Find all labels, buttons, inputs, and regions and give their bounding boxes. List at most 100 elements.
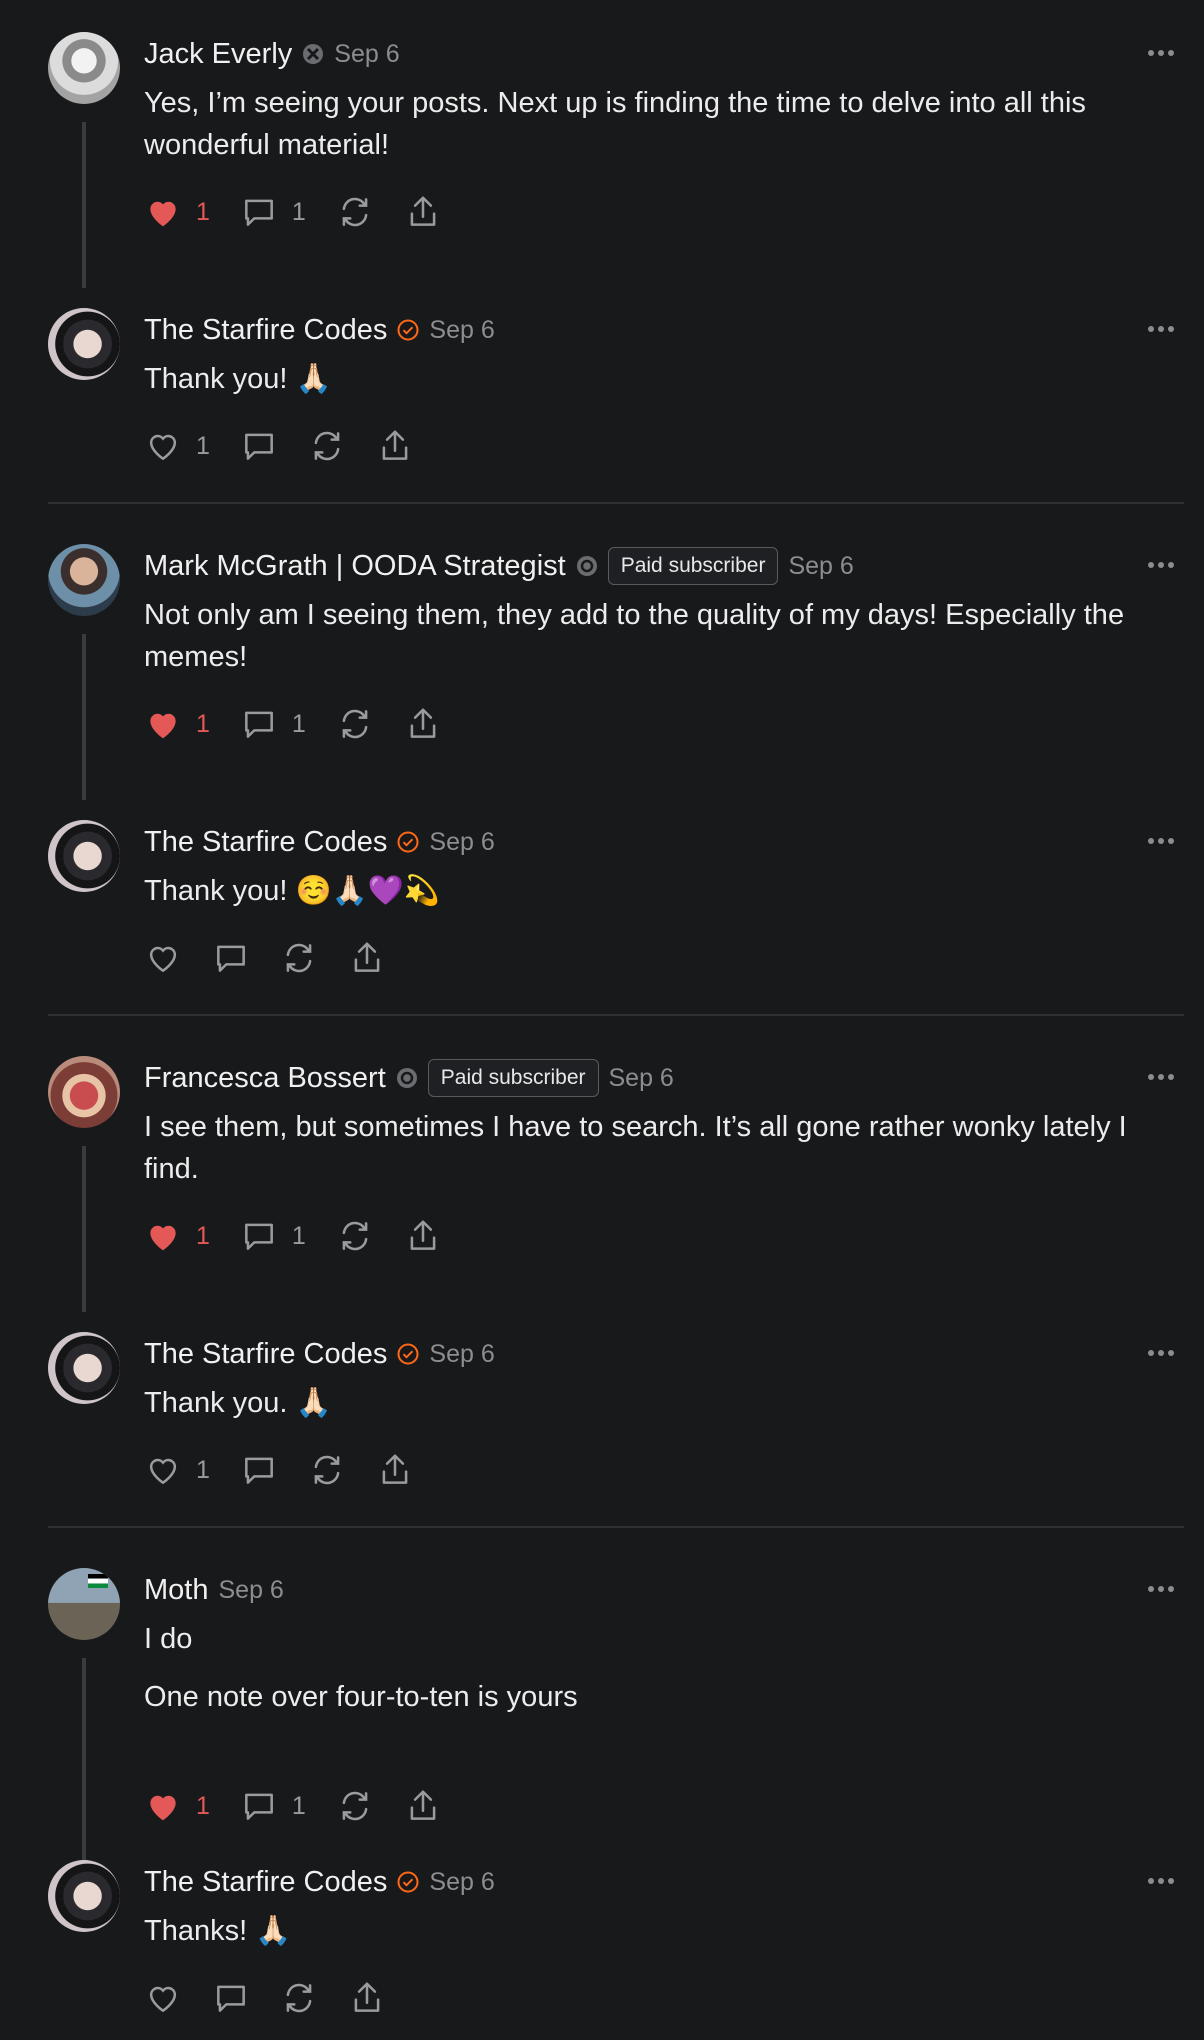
restack-button[interactable] bbox=[336, 193, 374, 231]
more-options-icon[interactable] bbox=[1146, 314, 1176, 344]
comment-text: Yes, I’m seeing your posts. Next up is f… bbox=[144, 87, 1086, 161]
avatar[interactable] bbox=[48, 1860, 120, 1932]
restack-button[interactable] bbox=[308, 427, 346, 465]
restack-button[interactable] bbox=[280, 939, 318, 977]
like-count: 1 bbox=[196, 431, 210, 460]
like-count: 1 bbox=[196, 709, 210, 738]
avatar[interactable] bbox=[48, 1332, 120, 1404]
verified-check-icon bbox=[397, 831, 419, 853]
comment-header: Mark McGrath | OODA Strategist Paid subs… bbox=[144, 546, 854, 586]
share-button[interactable] bbox=[348, 939, 386, 977]
comment-body: Thank you! ☺️🙏🏻💜💫 bbox=[144, 870, 1184, 912]
share-button[interactable] bbox=[404, 1787, 442, 1825]
more-options-icon[interactable] bbox=[1146, 826, 1176, 856]
like-button[interactable]: 1 bbox=[144, 427, 210, 465]
more-options-icon[interactable] bbox=[1146, 38, 1176, 68]
reply-button[interactable]: 1 bbox=[240, 193, 306, 231]
comment-date[interactable]: Sep 6 bbox=[429, 1868, 494, 1897]
like-button[interactable]: 1 bbox=[144, 1451, 210, 1489]
share-icon bbox=[410, 1220, 436, 1250]
share-button[interactable] bbox=[404, 705, 442, 743]
reply-button[interactable]: 1 bbox=[240, 1787, 306, 1825]
heart-icon bbox=[149, 1458, 177, 1485]
like-button[interactable] bbox=[144, 1979, 182, 2017]
restack-icon bbox=[342, 1791, 368, 1821]
author-name[interactable]: The Starfire Codes bbox=[144, 826, 387, 859]
comment-date[interactable]: Sep 6 bbox=[218, 1576, 283, 1605]
action-bar: 1 1 bbox=[144, 1216, 472, 1256]
restack-icon bbox=[286, 1983, 312, 2013]
author-name[interactable]: Jack Everly bbox=[144, 38, 292, 71]
comment-bubble-icon bbox=[244, 711, 273, 738]
like-button[interactable]: 1 bbox=[144, 705, 210, 743]
share-button[interactable] bbox=[348, 1979, 386, 2017]
avatar[interactable] bbox=[48, 32, 120, 104]
share-button[interactable] bbox=[404, 193, 442, 231]
author-name[interactable]: Mark McGrath | OODA Strategist bbox=[144, 550, 566, 583]
comment-date[interactable]: Sep 6 bbox=[429, 316, 494, 345]
reply-button[interactable] bbox=[212, 939, 250, 977]
comment-header: The Starfire Codes Sep 6 bbox=[144, 310, 495, 350]
action-bar bbox=[144, 1978, 416, 2018]
thread-line bbox=[82, 1658, 86, 1880]
author-name[interactable]: The Starfire Codes bbox=[144, 314, 387, 347]
subscriber-badge-icon bbox=[396, 1067, 418, 1089]
more-options-icon[interactable] bbox=[1146, 1866, 1176, 1896]
comment-header: Jack Everly Sep 6 bbox=[144, 34, 400, 74]
author-name[interactable]: Francesca Bossert bbox=[144, 1062, 386, 1095]
comment-bubble-icon bbox=[244, 1793, 273, 1820]
like-button[interactable]: 1 bbox=[144, 1787, 210, 1825]
restack-icon bbox=[342, 709, 368, 739]
comment-date[interactable]: Sep 6 bbox=[429, 1340, 494, 1369]
comment-body: Not only am I seeing them, they add to t… bbox=[144, 594, 1184, 678]
comment-date[interactable]: Sep 6 bbox=[334, 40, 399, 69]
share-icon bbox=[410, 708, 436, 738]
verified-check-icon bbox=[397, 1871, 419, 1893]
like-button[interactable] bbox=[144, 939, 182, 977]
reply-button[interactable]: 1 bbox=[240, 1217, 306, 1255]
avatar[interactable] bbox=[48, 308, 120, 380]
author-name[interactable]: Moth bbox=[144, 1574, 208, 1607]
avatar[interactable] bbox=[48, 820, 120, 892]
comment-date[interactable]: Sep 6 bbox=[429, 828, 494, 857]
action-bar: 1 1 bbox=[144, 192, 472, 232]
action-bar: 1 1 bbox=[144, 1786, 472, 1826]
author-name[interactable]: The Starfire Codes bbox=[144, 1338, 387, 1371]
thread-line bbox=[82, 122, 86, 288]
thread-divider bbox=[48, 1014, 1184, 1016]
like-button[interactable]: 1 bbox=[144, 193, 210, 231]
share-button[interactable] bbox=[376, 1451, 414, 1489]
reply-count: 1 bbox=[291, 709, 306, 738]
avatar[interactable] bbox=[48, 544, 120, 616]
restack-button[interactable] bbox=[280, 1979, 318, 2017]
comment-text: One note over four-to-ten is yours bbox=[144, 1681, 578, 1713]
thread-divider bbox=[48, 502, 1184, 504]
reply-button[interactable] bbox=[240, 1451, 278, 1489]
comment-date[interactable]: Sep 6 bbox=[788, 552, 853, 581]
restack-button[interactable] bbox=[336, 1217, 374, 1255]
comment-date[interactable]: Sep 6 bbox=[609, 1064, 674, 1093]
restack-button[interactable] bbox=[308, 1451, 346, 1489]
more-options-icon[interactable] bbox=[1146, 1338, 1176, 1368]
comment-bubble-icon bbox=[244, 433, 273, 460]
restack-button[interactable] bbox=[336, 1787, 374, 1825]
like-button[interactable]: 1 bbox=[144, 1217, 210, 1255]
like-count: 1 bbox=[196, 197, 210, 226]
avatar[interactable] bbox=[48, 1056, 120, 1128]
reply-count: 1 bbox=[291, 1791, 306, 1820]
comment-header: The Starfire Codes Sep 6 bbox=[144, 1334, 495, 1374]
more-options-icon[interactable] bbox=[1146, 1062, 1176, 1092]
share-button[interactable] bbox=[404, 1217, 442, 1255]
avatar[interactable] bbox=[48, 1568, 120, 1640]
share-button[interactable] bbox=[376, 427, 414, 465]
more-options-icon[interactable] bbox=[1146, 1574, 1176, 1604]
reply-button[interactable] bbox=[240, 427, 278, 465]
share-icon bbox=[354, 1982, 380, 2012]
restack-button[interactable] bbox=[336, 705, 374, 743]
comment-body: Thanks! 🙏🏻 bbox=[144, 1910, 1184, 1952]
author-name[interactable]: The Starfire Codes bbox=[144, 1866, 387, 1899]
reply-button[interactable] bbox=[212, 1979, 250, 2017]
comment-bubble-icon bbox=[244, 199, 273, 226]
more-options-icon[interactable] bbox=[1146, 550, 1176, 580]
reply-button[interactable]: 1 bbox=[240, 705, 306, 743]
